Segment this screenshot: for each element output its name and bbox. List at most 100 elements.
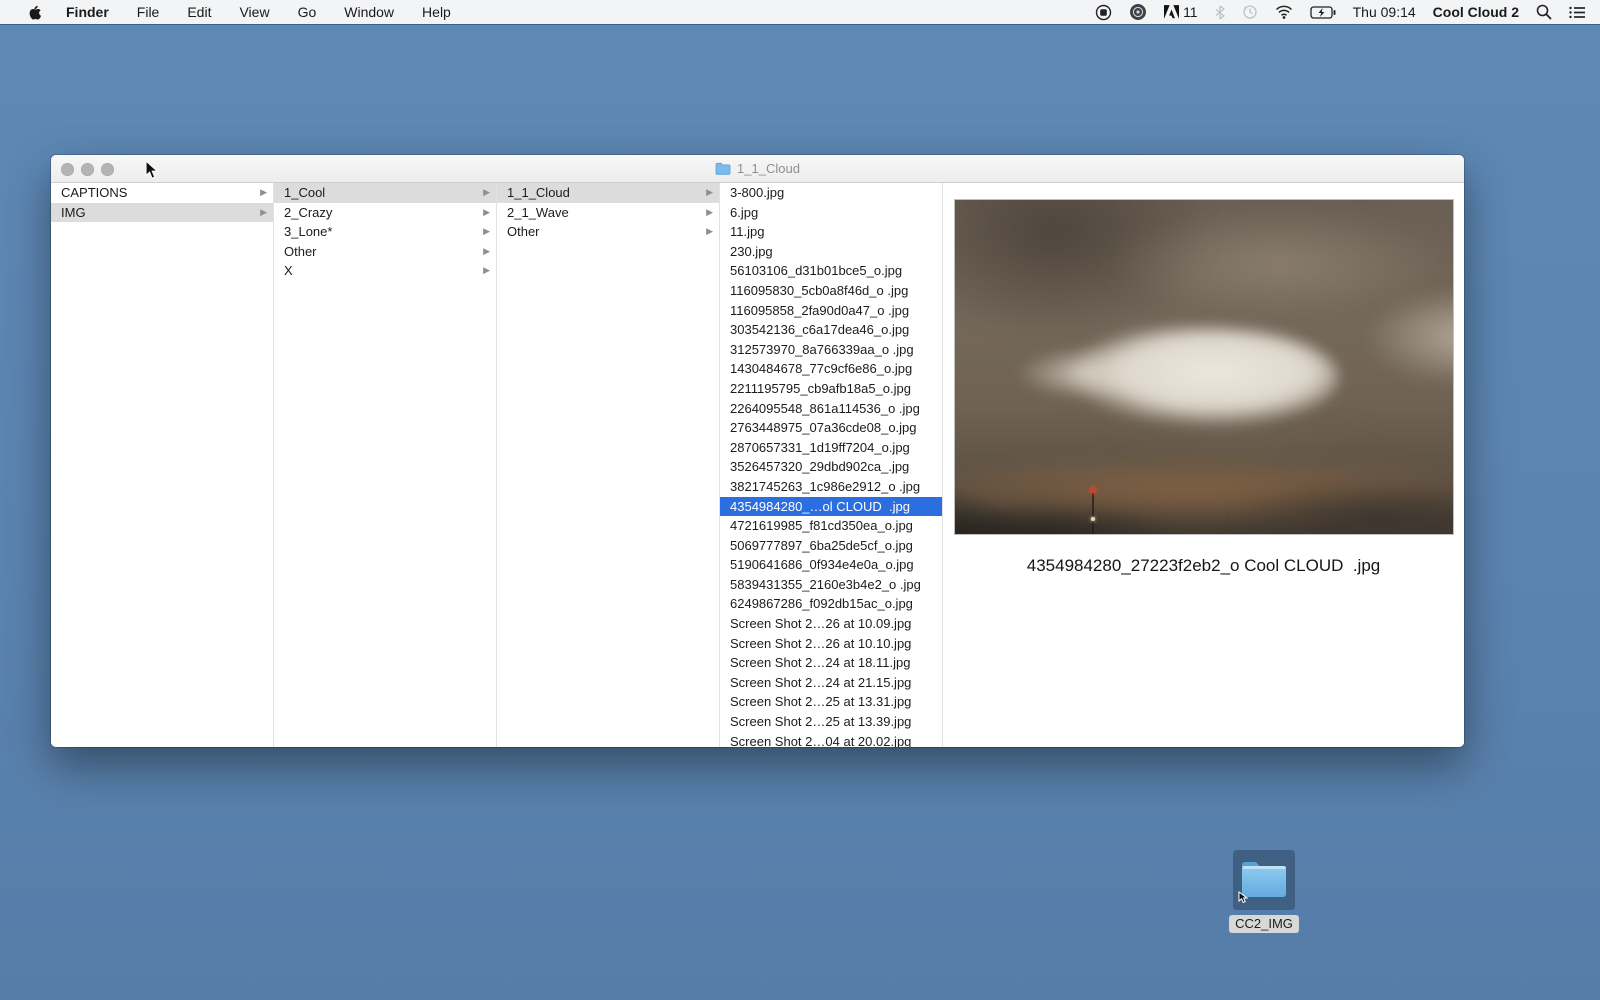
folder-row[interactable]: 3_Lone* ▶ — [274, 222, 496, 242]
file-row[interactable]: 116095830_5cb0a8f46d_o .jpg — [720, 281, 942, 301]
file-row[interactable]: 3-800.jpg — [720, 183, 942, 203]
preview-pane: 4354984280_27223f2eb2_o Cool CLOUD .jpg — [943, 183, 1464, 747]
spotlight-search-icon[interactable] — [1536, 4, 1552, 20]
folder-row-label: Other — [284, 244, 317, 259]
file-row[interactable]: 2264095548_861a114536_o .jpg — [720, 399, 942, 419]
file-row-label: 2264095548_861a114536_o .jpg — [730, 401, 920, 416]
folder-row-label: 3_Lone* — [284, 224, 332, 239]
adobe-count: 11 — [1183, 4, 1198, 20]
camera-app-icon[interactable] — [1129, 3, 1147, 21]
file-row[interactable]: Screen Shot 2…26 at 10.09.jpg — [720, 614, 942, 634]
menu-bar: FinderFileEditViewGoWindowHelp 11 Thu 09… — [0, 0, 1600, 24]
file-row[interactable]: 6249867286_f092db15ac_o.jpg — [720, 594, 942, 614]
finder-window: 1_1_Cloud CAPTIONS▶IMG▶ 1_Cool▶2_Crazy▶3… — [51, 155, 1464, 747]
folder-row[interactable]: 1_Cool ▶ — [274, 183, 496, 203]
close-button[interactable] — [61, 163, 74, 176]
menu-bar-clock[interactable]: Thu 09:14 — [1353, 4, 1416, 20]
time-machine-icon[interactable] — [1242, 4, 1258, 20]
file-row-label: Screen Shot 2…24 at 21.15.jpg — [730, 675, 911, 690]
battery-charging-icon[interactable] — [1310, 6, 1336, 19]
folder-row[interactable]: Other ▶ — [497, 222, 719, 242]
menu-item[interactable]: Finder — [52, 0, 123, 24]
menu-item[interactable]: Help — [408, 0, 465, 24]
chevron-right-icon: ▶ — [483, 203, 490, 223]
adobe-icon[interactable]: 11 — [1164, 4, 1198, 20]
file-row[interactable]: 5839431355_2160e3b4e2_o .jpg — [720, 575, 942, 595]
preview-image[interactable] — [955, 200, 1453, 534]
chevron-right-icon: ▶ — [260, 183, 267, 203]
file-row-label: 312573970_8a766339aa_o .jpg — [730, 342, 914, 357]
file-row[interactable]: 2763448975_07a36cde08_o.jpg — [720, 418, 942, 438]
file-row[interactable]: Screen Shot 2…24 at 21.15.jpg — [720, 673, 942, 693]
file-row-label: 4721619985_f81cd350ea_o.jpg — [730, 518, 913, 533]
file-row[interactable]: 312573970_8a766339aa_o .jpg — [720, 340, 942, 360]
photo-dark-corner — [955, 487, 1035, 534]
menu-item[interactable]: View — [225, 0, 283, 24]
file-row[interactable]: 116095858_2fa90d0a47_o .jpg — [720, 301, 942, 321]
folder-row-label: Other — [507, 224, 540, 239]
chevron-right-icon: ▶ — [483, 183, 490, 203]
column-3: 1_1_Cloud▶2_1_Wave▶Other ▶ — [497, 183, 720, 747]
folder-row[interactable]: CAPTIONS▶ — [51, 183, 273, 203]
file-row-label: 5069777897_6ba25de5cf_o.jpg — [730, 538, 913, 553]
file-row[interactable]: Screen Shot 2…24 at 18.11.jpg — [720, 653, 942, 673]
file-row[interactable]: 303542136_c6a17dea46_o.jpg — [720, 320, 942, 340]
file-row[interactable]: 56103106_d31b01bce5_o.jpg — [720, 261, 942, 281]
zoom-button[interactable] — [101, 163, 114, 176]
file-row[interactable]: Screen Shot 2…04 at 20.02.jpg — [720, 732, 942, 747]
file-row-label: 2870657331_1d19ff7204_o.jpg — [730, 440, 910, 455]
chevron-right-icon: ▶ — [706, 222, 713, 242]
file-row[interactable]: 230.jpg — [720, 242, 942, 262]
bluetooth-icon[interactable] — [1215, 5, 1225, 20]
folder-row-label: 1_Cool — [284, 185, 325, 200]
file-row[interactable]: 3526457320_29dbd902ca_.jpg — [720, 457, 942, 477]
folder-row[interactable]: 2_1_Wave▶ — [497, 203, 719, 223]
file-row[interactable]: 2211195795_cb9afb18a5_o.jpg — [720, 379, 942, 399]
window-title: 1_1_Cloud — [715, 161, 800, 176]
chevron-right-icon: ▶ — [483, 222, 490, 242]
file-row[interactable]: 2870657331_1d19ff7204_o.jpg — [720, 438, 942, 458]
traffic-lights — [61, 163, 114, 176]
file-row[interactable]: 5190641686_0f934e4e0a_o.jpg — [720, 555, 942, 575]
minimize-button[interactable] — [81, 163, 94, 176]
file-row[interactable]: 3821745263_1c986e2912_o .jpg — [720, 477, 942, 497]
window-titlebar[interactable]: 1_1_Cloud — [51, 155, 1464, 183]
file-row[interactable]: 5069777897_6ba25de5cf_o.jpg — [720, 536, 942, 556]
file-row[interactable]: 6.jpg — [720, 203, 942, 223]
file-row-label: 3821745263_1c986e2912_o .jpg — [730, 479, 920, 494]
folder-row[interactable]: X▶ — [274, 261, 496, 281]
folder-row[interactable]: 2_Crazy▶ — [274, 203, 496, 223]
chevron-right-icon: ▶ — [483, 242, 490, 262]
file-row[interactable]: Screen Shot 2…25 at 13.39.jpg — [720, 712, 942, 732]
menu-item[interactable]: File — [123, 0, 174, 24]
folder-row[interactable]: IMG▶ — [51, 203, 273, 223]
wifi-icon[interactable] — [1275, 5, 1293, 19]
notification-center-icon[interactable] — [1569, 6, 1586, 19]
file-row[interactable]: Screen Shot 2…26 at 10.10.jpg — [720, 634, 942, 654]
folder-row-label: 1_1_Cloud — [507, 185, 570, 200]
folder-row[interactable]: Other ▶ — [274, 242, 496, 262]
folder-row-label: 2_1_Wave — [507, 205, 569, 220]
menu-bar-status: 11 Thu 09:14 Cool Cloud 2 — [1095, 3, 1600, 21]
file-row-label: 1430484678_77c9cf6e86_o.jpg — [730, 361, 912, 376]
file-row-label: 2763448975_07a36cde08_o.jpg — [730, 420, 917, 435]
file-row-label: 5190641686_0f934e4e0a_o.jpg — [730, 557, 914, 572]
file-row-label: 230.jpg — [730, 244, 773, 259]
menu-item[interactable]: Window — [330, 0, 408, 24]
menu-item[interactable]: Edit — [173, 0, 225, 24]
screen-record-stop-icon[interactable] — [1095, 4, 1112, 21]
file-row[interactable]: 11.jpg — [720, 222, 942, 242]
apple-menu[interactable] — [18, 4, 52, 21]
desktop-icon-cc2-img[interactable]: CC2_IMG — [1229, 850, 1299, 933]
file-row[interactable]: 4354984280_…ol CLOUD .jpg — [720, 497, 942, 517]
file-row[interactable]: 1430484678_77c9cf6e86_o.jpg — [720, 359, 942, 379]
folder-row-label: X — [284, 263, 293, 278]
menu-item[interactable]: Go — [284, 0, 331, 24]
file-row[interactable]: Screen Shot 2…25 at 13.31.jpg — [720, 692, 942, 712]
file-row[interactable]: 4721619985_f81cd350ea_o.jpg — [720, 516, 942, 536]
folder-row[interactable]: 1_1_Cloud▶ — [497, 183, 719, 203]
fast-user-switch[interactable]: Cool Cloud 2 — [1433, 4, 1519, 20]
desktop-icon-selection — [1233, 850, 1295, 910]
chevron-right-icon: ▶ — [483, 261, 490, 281]
file-row-label: 303542136_c6a17dea46_o.jpg — [730, 322, 909, 337]
